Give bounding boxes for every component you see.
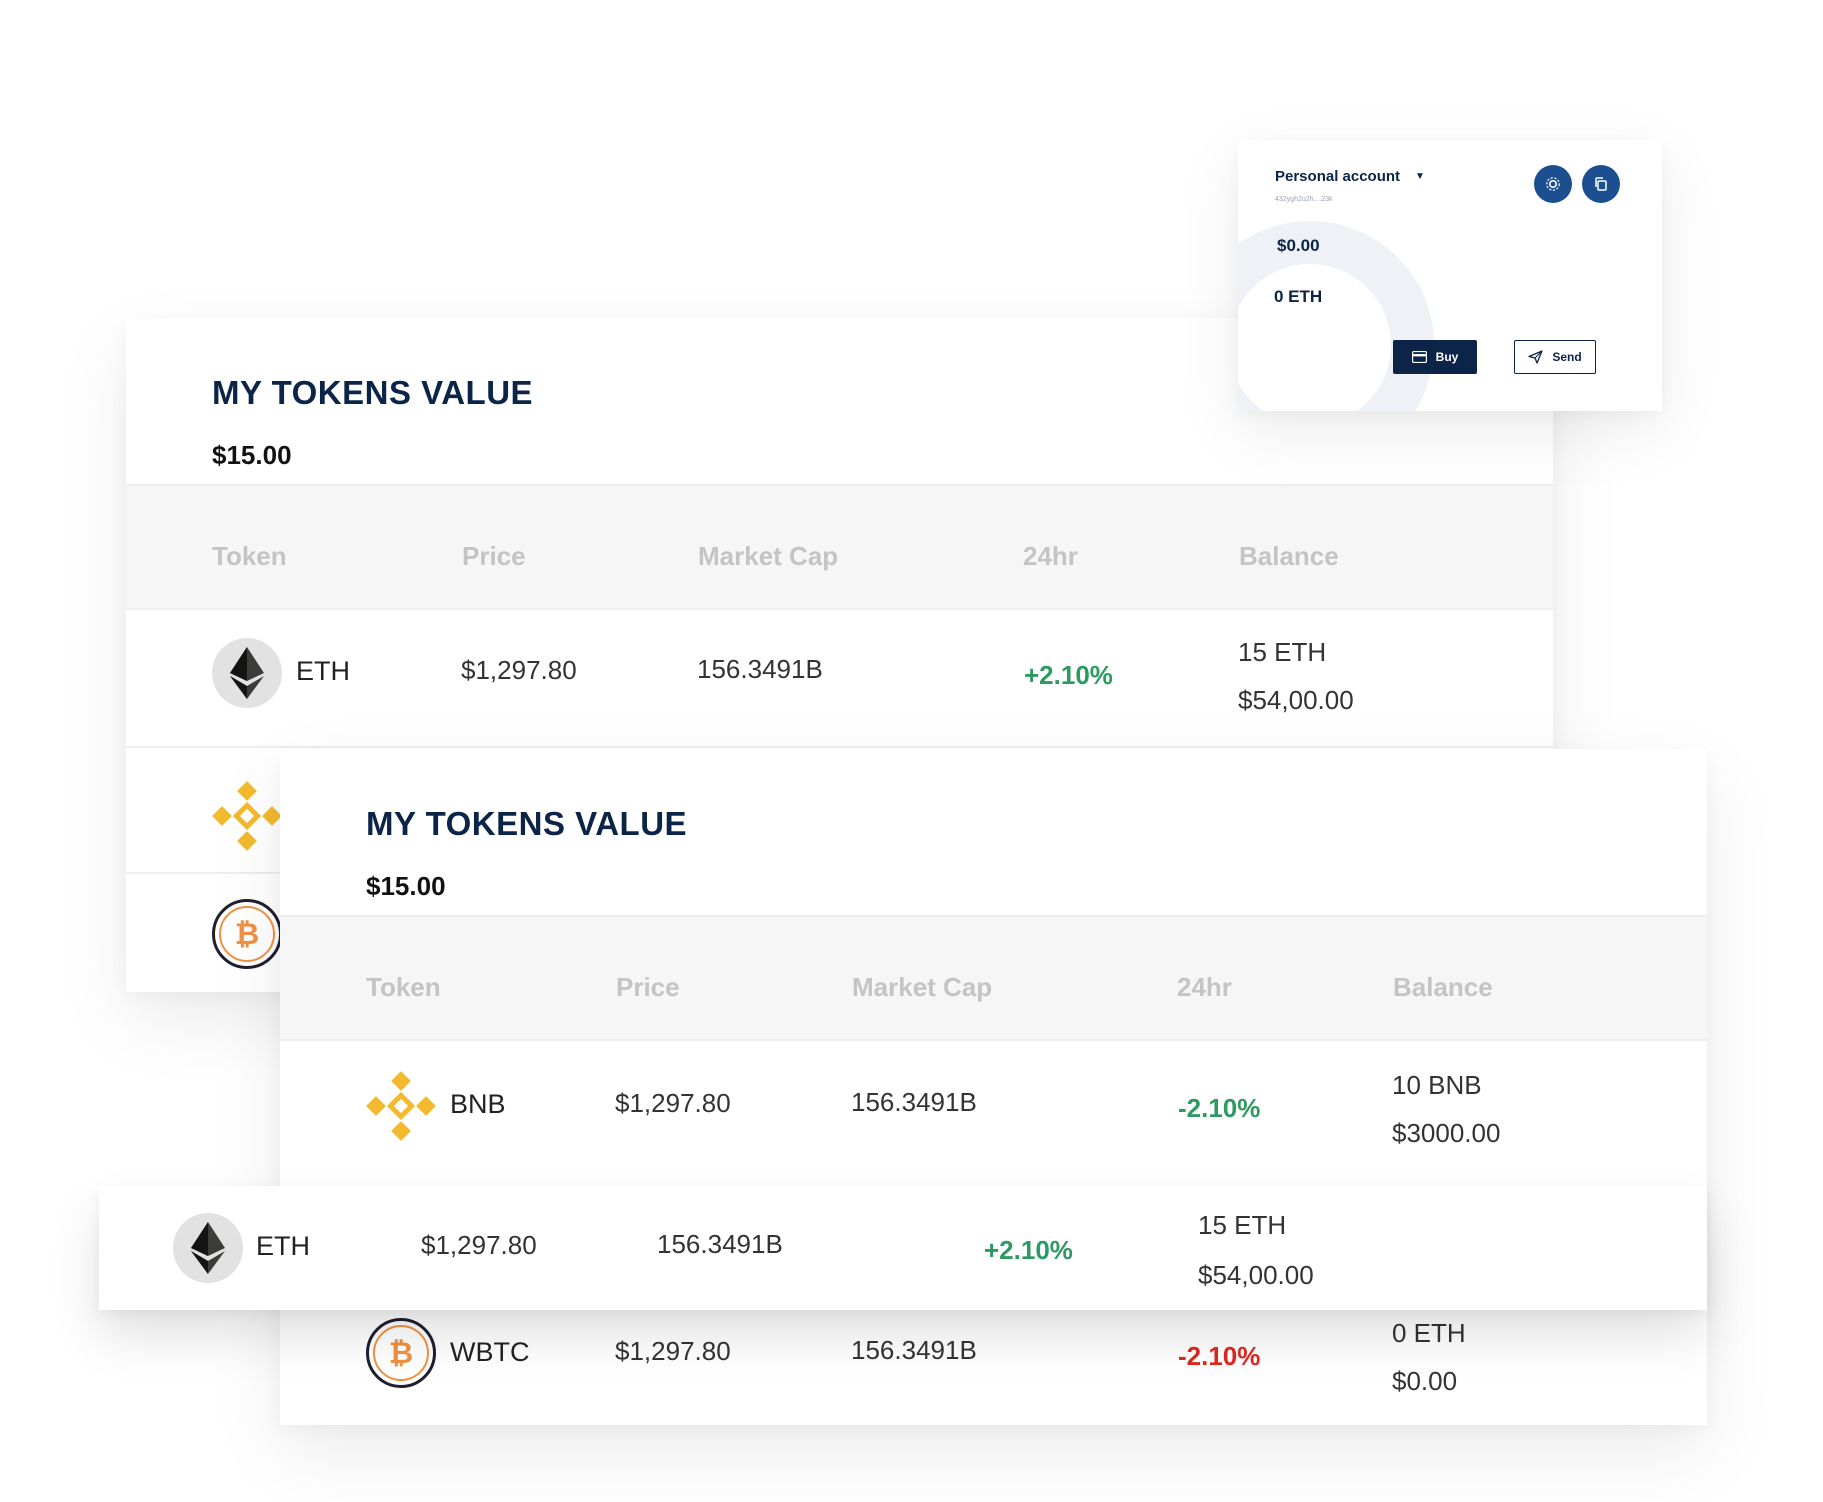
card-title: MY TOKENS VALUE xyxy=(212,374,534,411)
column-header-token: Token xyxy=(212,541,287,571)
wallet-address: 432ygh2u2h....23k xyxy=(1275,196,1333,203)
column-header-24hr: 24hr xyxy=(1023,541,1078,571)
paper-plane-icon xyxy=(1528,350,1543,364)
table-row[interactable]: ₿ WBTC $1,297.80 156.3491B -2.10% 0 ETH … xyxy=(280,1299,1707,1425)
token-balance-qty: 10 BNB xyxy=(1392,1070,1482,1100)
token-change-24hr: -2.10% xyxy=(1178,1093,1261,1123)
token-market-cap: 156.3491B xyxy=(851,1335,977,1365)
column-header-market-cap: Market Cap xyxy=(852,972,993,1002)
token-balance-qty: 15 ETH xyxy=(1198,1210,1287,1240)
card-icon xyxy=(1411,351,1427,363)
column-header-balance: Balance xyxy=(1393,972,1493,1002)
token-price: $1,297.80 xyxy=(421,1230,537,1260)
column-header-24hr: 24hr xyxy=(1177,972,1232,1002)
token-market-cap: 156.3491B xyxy=(657,1229,783,1259)
ethereum-icon xyxy=(212,638,282,708)
copy-icon xyxy=(1595,177,1607,191)
floating-table-row[interactable]: ETH $1,297.80 156.3491B +2.10% 15 ETH $5… xyxy=(99,1186,1707,1310)
token-price: $1,297.80 xyxy=(615,1088,731,1118)
table-header: Token Price Market Cap 24hr Balance xyxy=(280,915,1707,1041)
column-header-balance: Balance xyxy=(1239,541,1339,571)
token-price: $1,297.80 xyxy=(461,655,577,685)
account-widget: Personal account ▼ 432ygh2u2h....23k $0.… xyxy=(1238,140,1662,411)
ethereum-icon xyxy=(173,1213,243,1283)
table-row[interactable]: ETH $1,297.80 156.3491B +2.10% 15 ETH $5… xyxy=(126,608,1553,748)
token-symbol: BNB xyxy=(450,1089,506,1119)
token-market-cap: 156.3491B xyxy=(697,654,823,684)
tokens-total: $15.00 xyxy=(212,440,292,470)
table-header: Token Price Market Cap 24hr Balance xyxy=(126,484,1553,610)
buy-button[interactable]: Buy xyxy=(1393,340,1477,374)
settings-icon xyxy=(1546,177,1560,191)
send-label: Send xyxy=(1552,350,1582,364)
column-header-token: Token xyxy=(366,972,441,1002)
binance-icon xyxy=(366,1071,436,1146)
account-usd-balance: $0.00 xyxy=(1277,236,1320,255)
bitcoin-icon: ₿ xyxy=(366,1318,436,1388)
tokens-total: $15.00 xyxy=(366,871,446,901)
token-symbol: WBTC xyxy=(450,1337,530,1367)
balance-ring xyxy=(1238,221,1434,411)
chevron-down-icon[interactable]: ▼ xyxy=(1415,171,1425,182)
account-eth-balance: 0 ETH xyxy=(1274,287,1323,306)
token-price: $1,297.80 xyxy=(615,1336,731,1366)
binance-icon xyxy=(212,781,282,856)
token-balance-qty: 0 ETH xyxy=(1392,1318,1466,1348)
token-market-cap: 156.3491B xyxy=(851,1087,977,1117)
card-title: MY TOKENS VALUE xyxy=(366,805,688,842)
account-selector[interactable]: Personal account xyxy=(1275,168,1400,185)
token-balance-usd: $3000.00 xyxy=(1392,1118,1501,1148)
tokens-card-front: MY TOKENS VALUE $15.00 Token Price Marke… xyxy=(280,749,1707,1425)
column-header-price: Price xyxy=(616,972,680,1002)
token-change-24hr: +2.10% xyxy=(984,1235,1073,1265)
copy-button[interactable] xyxy=(1582,165,1620,203)
token-symbol: ETH xyxy=(256,1231,310,1261)
column-header-market-cap: Market Cap xyxy=(698,541,839,571)
buy-label: Buy xyxy=(1435,350,1459,364)
send-button[interactable]: Send xyxy=(1514,340,1596,374)
table-row[interactable]: BNB $1,297.80 156.3491B -2.10% 10 BNB $3… xyxy=(280,1039,1707,1186)
settings-button[interactable] xyxy=(1534,165,1572,203)
bitcoin-icon: ₿ xyxy=(212,899,282,969)
token-balance-usd: $54,00.00 xyxy=(1198,1260,1314,1290)
token-balance-qty: 15 ETH xyxy=(1238,637,1327,667)
token-change-24hr: -2.10% xyxy=(1178,1341,1261,1371)
token-balance-usd: $0.00 xyxy=(1392,1366,1458,1396)
token-symbol: ETH xyxy=(296,656,350,686)
column-header-price: Price xyxy=(462,541,526,571)
token-balance-usd: $54,00.00 xyxy=(1238,685,1354,715)
token-change-24hr: +2.10% xyxy=(1024,660,1113,690)
